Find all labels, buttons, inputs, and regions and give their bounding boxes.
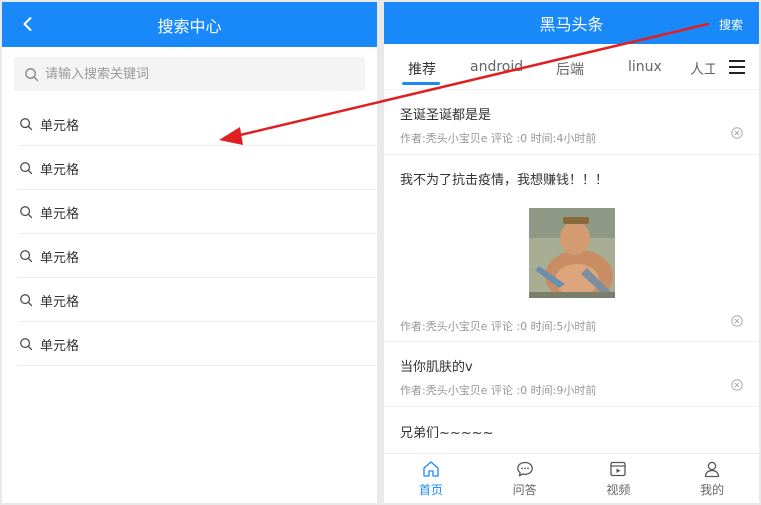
article-thumbnail bbox=[529, 208, 615, 298]
search-page: 搜索中心 单元格 单元格 单元格 单元格 单元格 bbox=[2, 2, 377, 503]
search-icon bbox=[20, 250, 33, 263]
suggestion-item[interactable]: 单元格 bbox=[2, 278, 377, 322]
active-tab-indicator bbox=[402, 82, 440, 85]
tabbar-label: 视频 bbox=[606, 483, 631, 497]
hamburger-icon bbox=[729, 59, 745, 74]
article-item[interactable]: 我不为了抗击疫情，我想赚钱！！！ 作者:秃头小宝贝e 评论 :0 时间:5小时前 bbox=[384, 155, 759, 342]
home-navbar: 黑马头条 搜索 bbox=[384, 2, 759, 44]
search-icon bbox=[25, 67, 39, 81]
tabbar-mine[interactable]: 我的 bbox=[665, 454, 759, 503]
page-title: 搜索中心 bbox=[157, 16, 222, 36]
video-icon bbox=[610, 461, 627, 477]
suggestion-label: 单元格 bbox=[40, 294, 80, 310]
tab-android[interactable]: android bbox=[470, 59, 523, 75]
app-title: 黑马头条 bbox=[539, 15, 604, 34]
channel-menu-button[interactable] bbox=[715, 44, 759, 89]
article-meta: 作者:秃头小宝贝e 评论 :0 时间:9小时前 bbox=[400, 384, 597, 397]
user-icon bbox=[704, 461, 720, 478]
tab-recommend[interactable]: 推荐 bbox=[408, 59, 436, 79]
home-page: 黑马头条 搜索 推荐 android 后端 linux 人工智能 圣诞圣诞都是是… bbox=[384, 2, 759, 503]
tabbar-home[interactable]: 首页 bbox=[384, 454, 478, 503]
search-icon bbox=[20, 162, 33, 175]
article-title: 我不为了抗击疫情，我想赚钱！！！ bbox=[400, 173, 609, 188]
suggestion-item[interactable]: 单元格 bbox=[2, 234, 377, 278]
suggestion-item[interactable]: 单元格 bbox=[2, 190, 377, 234]
search-icon bbox=[20, 118, 33, 131]
back-icon[interactable] bbox=[18, 14, 38, 34]
article-meta: 作者:秃头小宝贝e 评论 :0 时间:4小时前 bbox=[400, 132, 597, 145]
suggestion-item[interactable]: 单元格 bbox=[2, 102, 377, 146]
search-input[interactable] bbox=[45, 66, 345, 82]
close-icon[interactable] bbox=[731, 127, 743, 139]
tabbar-label: 问答 bbox=[512, 483, 537, 497]
search-icon bbox=[20, 338, 33, 351]
suggestion-item[interactable]: 单元格 bbox=[2, 146, 377, 190]
home-icon bbox=[423, 461, 439, 477]
search-box[interactable] bbox=[14, 57, 365, 91]
search-navbar: 搜索中心 bbox=[2, 2, 377, 47]
article-title: 兄弟们~~~~~ bbox=[400, 426, 494, 441]
suggestion-label: 单元格 bbox=[40, 118, 80, 134]
tab-backend[interactable]: 后端 bbox=[556, 59, 584, 79]
article-meta: 作者:秃头小宝贝e 评论 :0 时间:5小时前 bbox=[400, 320, 597, 333]
tabbar-video[interactable]: 视频 bbox=[572, 454, 666, 503]
suggestion-label: 单元格 bbox=[40, 250, 80, 266]
article-title: 当你肌肤的v bbox=[400, 360, 473, 375]
chat-icon bbox=[516, 461, 533, 477]
article-title: 圣诞圣诞都是是 bbox=[400, 108, 492, 123]
article-item[interactable]: 当你肌肤的v 作者:秃头小宝贝e 评论 :0 时间:9小时前 bbox=[384, 342, 759, 407]
bottom-tabbar: 首页 问答 视频 我的 bbox=[384, 453, 759, 503]
suggestion-label: 单元格 bbox=[40, 206, 80, 222]
close-icon[interactable] bbox=[731, 379, 743, 391]
tab-linux[interactable]: linux bbox=[628, 59, 662, 75]
suggestion-list: 单元格 单元格 单元格 单元格 单元格 单元格 bbox=[2, 102, 377, 366]
suggestion-label: 单元格 bbox=[40, 338, 80, 354]
article-item[interactable]: 圣诞圣诞都是是 作者:秃头小宝贝e 评论 :0 时间:4小时前 bbox=[384, 90, 759, 155]
search-bar bbox=[2, 47, 377, 101]
suggestion-label: 单元格 bbox=[40, 162, 80, 178]
close-icon[interactable] bbox=[731, 315, 743, 327]
search-icon bbox=[20, 294, 33, 307]
suggestion-item[interactable]: 单元格 bbox=[2, 322, 377, 366]
channel-tabs: 推荐 android 后端 linux 人工智能 bbox=[384, 44, 759, 90]
tabbar-qa[interactable]: 问答 bbox=[478, 454, 572, 503]
tabbar-label: 我的 bbox=[700, 483, 725, 497]
tabbar-label: 首页 bbox=[418, 483, 443, 497]
search-button[interactable]: 搜索 bbox=[719, 16, 743, 33]
search-icon bbox=[20, 206, 33, 219]
